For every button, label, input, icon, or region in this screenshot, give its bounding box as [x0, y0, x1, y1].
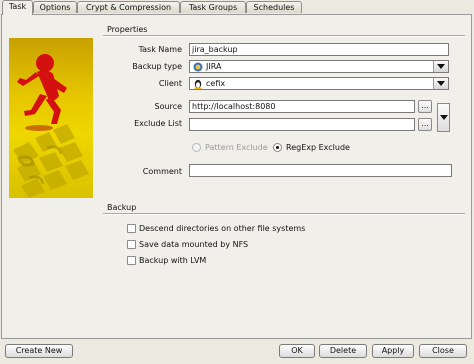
- backup-type-value: JIRA: [206, 62, 222, 71]
- exclude-list-input[interactable]: [189, 118, 415, 131]
- save-nfs-checkbox[interactable]: [127, 240, 136, 249]
- chevron-down-icon[interactable]: [433, 61, 448, 72]
- descend-directories-checkbox[interactable]: [127, 224, 136, 233]
- task-name-label: Task Name: [138, 45, 182, 54]
- jira-icon: [193, 62, 203, 72]
- save-nfs-label: Save data mounted by NFS: [139, 240, 249, 249]
- tab-crypt-compression[interactable]: Crypt & Compression: [77, 1, 180, 13]
- delete-button[interactable]: Delete: [319, 344, 367, 358]
- properties-section-title: Properties: [107, 25, 148, 34]
- backup-divider: [103, 213, 465, 215]
- create-new-button[interactable]: Create New: [5, 344, 73, 358]
- tab-bar: Task Options Crypt & Compression Task Gr…: [0, 0, 474, 15]
- apply-button[interactable]: Apply: [372, 344, 414, 358]
- tab-options[interactable]: Options: [33, 1, 77, 13]
- task-name-input[interactable]: jira_backup: [189, 43, 449, 56]
- regexp-exclude-label: RegExp Exclude: [286, 143, 350, 152]
- client-label: Client: [158, 79, 182, 88]
- running-figure-icon: [13, 54, 89, 198]
- backup-type-select[interactable]: JIRA: [189, 60, 449, 73]
- client-select[interactable]: cefix: [189, 77, 449, 90]
- tab-task-groups[interactable]: Task Groups: [180, 1, 246, 13]
- tab-schedules[interactable]: Schedules: [246, 1, 302, 13]
- descend-directories-label: Descend directories on other file system…: [139, 224, 306, 233]
- pattern-exclude-label: Pattern Exclude: [205, 143, 268, 152]
- source-browse-button[interactable]: ...: [418, 100, 432, 113]
- running-figure-image: [9, 38, 93, 198]
- exclude-dropdown-button[interactable]: [437, 103, 450, 132]
- ok-button[interactable]: OK: [279, 344, 315, 358]
- comment-label: Comment: [142, 167, 182, 176]
- close-button[interactable]: Close: [419, 344, 467, 358]
- backup-type-label: Backup type: [132, 62, 182, 71]
- properties-divider: [103, 35, 465, 37]
- exclude-browse-button[interactable]: ...: [418, 118, 432, 131]
- comment-input[interactable]: [189, 164, 452, 177]
- exclude-list-label: Exclude List: [134, 119, 182, 128]
- linux-tux-icon: [193, 79, 203, 90]
- client-value: cefix: [206, 79, 226, 88]
- chevron-down-icon[interactable]: [433, 78, 448, 89]
- backup-lvm-checkbox[interactable]: [127, 256, 136, 265]
- tab-task[interactable]: Task: [2, 0, 33, 15]
- backup-section-title: Backup: [107, 203, 137, 212]
- source-label: Source: [154, 102, 182, 111]
- regexp-exclude-radio[interactable]: [273, 143, 282, 152]
- backup-lvm-label: Backup with LVM: [139, 256, 207, 265]
- source-input[interactable]: http://localhost:8080: [189, 100, 415, 113]
- pattern-exclude-radio[interactable]: [192, 143, 201, 152]
